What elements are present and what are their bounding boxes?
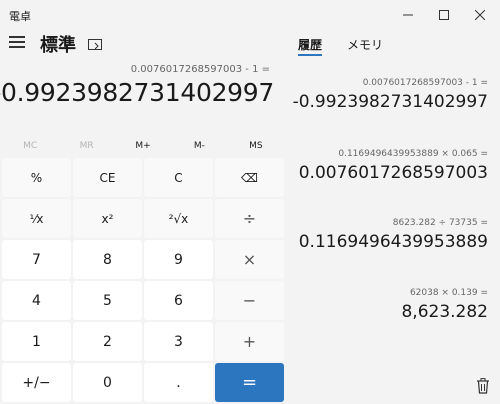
history-item[interactable]: 0.0076017268597003 - 1 = -0.992398273140…	[293, 78, 488, 112]
keep-on-top-icon	[88, 39, 102, 50]
memory-subtract-button[interactable]: M-	[171, 136, 227, 156]
square-key[interactable]: x²	[73, 199, 142, 238]
equals-key[interactable]: =	[215, 363, 284, 402]
memory-row: MC MR M+ M- MS	[2, 136, 284, 156]
percent-key[interactable]: %	[2, 158, 71, 197]
decimal-key[interactable]: .	[144, 363, 213, 402]
history-result: 8,623.282	[401, 302, 488, 322]
multiply-key[interactable]: ×	[215, 240, 284, 279]
history-expression: 0.1169496439953889 × 0.065 =	[338, 149, 488, 159]
result-display: -0.9923982731402997	[0, 78, 274, 107]
minimize-button[interactable]	[388, 0, 428, 30]
digit-5-key[interactable]: 5	[73, 281, 142, 320]
clear-entry-key[interactable]: CE	[73, 158, 142, 197]
keep-on-top-button[interactable]	[88, 36, 102, 55]
backspace-key[interactable]: ⌫	[215, 158, 284, 197]
active-tab-indicator	[298, 54, 322, 56]
maximize-icon	[439, 10, 449, 20]
negate-key[interactable]: +/−	[2, 363, 71, 402]
title-bar: 電卓	[0, 0, 500, 30]
close-button[interactable]	[460, 0, 500, 30]
divide-key[interactable]: ÷	[215, 199, 284, 238]
clear-key[interactable]: C	[144, 158, 213, 197]
expression-display: 0.0076017268597003 - 1 =	[130, 64, 270, 75]
digit-0-key[interactable]: 0	[73, 363, 142, 402]
digit-3-key[interactable]: 3	[144, 322, 213, 361]
memory-clear-button[interactable]: MC	[2, 136, 58, 156]
history-result: -0.9923982731402997	[292, 92, 488, 112]
keypad: % CE C ⌫ ¹⁄x x² ²√x ÷ 7 8 9 × 4 5 6− 1 2 3 + +/− 0. =	[2, 158, 284, 402]
add-key[interactable]: +	[215, 322, 284, 361]
digit-8-key[interactable]: 8	[73, 240, 142, 279]
digit-4-key[interactable]: 4	[2, 281, 71, 320]
memory-recall-button[interactable]: MR	[58, 136, 114, 156]
digit-2-key[interactable]: 2	[73, 322, 142, 361]
memory-add-button[interactable]: M+	[115, 136, 171, 156]
close-icon	[475, 10, 485, 20]
tab-history[interactable]: 履歴	[298, 36, 322, 53]
digit-6-key[interactable]: 6	[144, 281, 213, 320]
minimize-icon	[403, 14, 413, 16]
history-item[interactable]: 62038 × 0.139 = 8,623.282	[401, 288, 488, 322]
square-root-key[interactable]: ²√x	[144, 199, 213, 238]
subtract-key[interactable]: −	[215, 281, 284, 320]
memory-store-button[interactable]: MS	[228, 136, 284, 156]
reciprocal-key[interactable]: ¹⁄x	[2, 199, 71, 238]
history-result: 0.0076017268597003	[298, 163, 488, 183]
history-expression: 62038 × 0.139 =	[409, 288, 488, 298]
history-expression: 0.0076017268597003 - 1 =	[362, 78, 488, 88]
mode-title: 標準	[40, 35, 76, 56]
history-item[interactable]: 0.1169496439953889 × 0.065 = 0.007601726…	[299, 149, 488, 183]
trash-icon[interactable]	[476, 378, 490, 394]
history-item[interactable]: 8623.282 ÷ 73735 = 0.1169496439953889	[299, 218, 488, 252]
digit-9-key[interactable]: 9	[144, 240, 213, 279]
hamburger-menu-icon[interactable]	[9, 36, 25, 50]
tab-memory[interactable]: メモリ	[347, 36, 383, 53]
digit-1-key[interactable]: 1	[2, 322, 71, 361]
maximize-button[interactable]	[424, 0, 464, 30]
app-title: 電卓	[9, 10, 31, 23]
history-result: 0.1169496439953889	[298, 232, 488, 252]
digit-7-key[interactable]: 7	[2, 240, 71, 279]
history-expression: 8623.282 ÷ 73735 =	[392, 218, 488, 228]
